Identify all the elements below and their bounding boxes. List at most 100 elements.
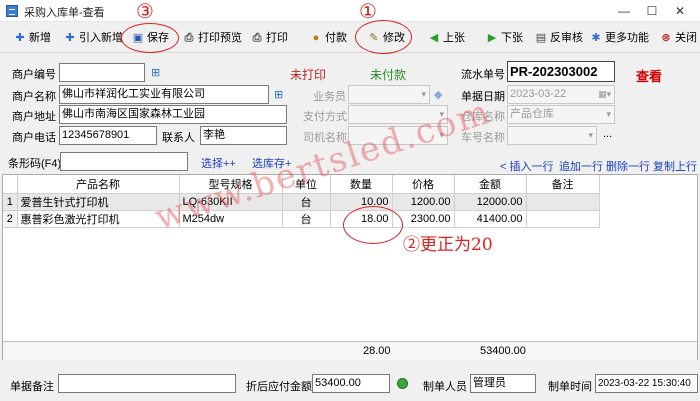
note-label: 单据备注: [10, 381, 54, 393]
customer-phone-label: 商户电话: [12, 132, 56, 144]
cell-amount[interactable]: 12000.00: [454, 193, 527, 211]
customer-code-label: 商户编号: [12, 69, 56, 81]
prev-arrow-icon: ◀: [429, 32, 439, 44]
calendar-icon: ▦▾: [597, 89, 611, 99]
import-new-button[interactable]: ✚ 引入新增: [64, 30, 123, 46]
serial-input[interactable]: PR-202303002: [507, 61, 615, 82]
printer-icon: ⎙: [252, 32, 262, 44]
title-bar: 采购入库单-查看 — ☐ ✕: [0, 0, 700, 22]
close-button[interactable]: ⊗ 关闭: [660, 30, 697, 46]
total-qty: 28.00: [363, 345, 391, 357]
salesman-select[interactable]: ▾: [348, 85, 430, 104]
new-label: 新增: [29, 32, 51, 44]
row-number: 2: [3, 210, 18, 228]
col-header-amount[interactable]: 金额: [454, 175, 527, 194]
more-dots-button[interactable]: ...: [603, 128, 612, 140]
print-preview-icon: ⎙: [184, 32, 194, 44]
unaudit-button[interactable]: ▤ 反审核: [535, 30, 583, 46]
app-icon: [6, 5, 18, 17]
payable-input: 53400.00: [312, 374, 390, 393]
row-number: 1: [3, 193, 18, 211]
contact-input[interactable]: 李艳: [200, 126, 287, 145]
append-row-link[interactable]: 追加一行: [559, 158, 603, 174]
cell-note[interactable]: [526, 210, 600, 228]
chevron-down-icon: ▾: [421, 89, 426, 99]
print-button[interactable]: ⎙ 打印: [251, 30, 288, 46]
insert-row-link[interactable]: < 插入一行: [500, 158, 553, 174]
customer-code-input[interactable]: [59, 63, 145, 82]
maker-label: 制单人员: [423, 381, 467, 393]
date-input[interactable]: 2023-03-22 ▦▾: [507, 85, 615, 104]
close-icon: ⊗: [661, 32, 671, 44]
col-header-price[interactable]: 价格: [392, 175, 455, 194]
annotation-number-one: ①: [359, 0, 377, 23]
next-label: 下张: [501, 32, 523, 44]
cell-price[interactable]: 1200.00: [392, 193, 455, 211]
next-arrow-icon: ▶: [487, 32, 497, 44]
customer-name-label: 商户名称: [12, 91, 56, 103]
date-value: 2023-03-22: [510, 88, 567, 100]
annotation-number-three: ③: [136, 0, 154, 23]
customer-addr-input[interactable]: 佛山市南海区国家森林工业园: [59, 105, 287, 124]
print-preview-label: 打印预览: [198, 32, 242, 44]
pay-method-label: 支付方式: [303, 111, 347, 123]
pay-status: 未付款: [370, 68, 407, 82]
col-header-name[interactable]: 产品名称: [17, 175, 180, 194]
more-button[interactable]: ✱ 更多功能: [590, 30, 649, 46]
col-header-note[interactable]: 备注: [526, 175, 600, 194]
annotation-circle-qty: [343, 206, 403, 244]
annotation-correction-note: ②更正为20: [403, 235, 493, 255]
salesman-label: 业务员: [313, 91, 346, 103]
cell-unit[interactable]: 台: [282, 210, 331, 228]
warehouse-select[interactable]: 产品仓库 ▾: [507, 105, 615, 124]
close-window-button[interactable]: ✕: [668, 2, 692, 20]
customer-phone-input[interactable]: 12345678901: [59, 126, 157, 145]
col-header-rownum: [3, 175, 18, 194]
plate-select[interactable]: ▾: [507, 126, 597, 145]
gear-icon: ✱: [591, 32, 601, 44]
customer-addr-label: 商户地址: [12, 111, 56, 123]
cell-amount[interactable]: 41400.00: [454, 210, 527, 228]
close-label: 关闭: [675, 32, 697, 44]
print-label: 打印: [266, 32, 288, 44]
coins-icon: ●: [312, 32, 320, 44]
toolbar: ✚ 新增 ✚ 引入新增 ▣ 保存 ⎙ 打印预览 ⎙ 打印 ● 付款 ✎ 修改 ◀ 上张 ▶ 下张 …: [0, 23, 700, 53]
pay-button[interactable]: ● 付款: [310, 30, 347, 46]
items-grid: 产品名称 型号规格 单位 数量 价格 金额 备注 1 爱普生针式打印机 LQ-6…: [2, 174, 698, 360]
pay-label: 付款: [325, 32, 347, 44]
time-label: 制单时间: [548, 381, 592, 393]
plus-icon: ✚: [65, 32, 75, 44]
next-button[interactable]: ▶ 下张: [486, 30, 523, 46]
lookup-icon[interactable]: ⊞: [274, 88, 287, 101]
barcode-label: 条形码(F4): [8, 158, 62, 170]
lookup-icon[interactable]: ⊞: [151, 66, 164, 79]
view-mode-indicator: 查看: [636, 70, 663, 85]
cell-note[interactable]: [526, 193, 600, 211]
select-add-link[interactable]: 选择++: [201, 155, 236, 171]
unaudit-label: 反审核: [550, 32, 583, 44]
customer-name-input[interactable]: 佛山市祥润化工实业有限公司: [59, 85, 269, 104]
warehouse-value: 产品仓库: [510, 108, 554, 120]
copy-row-link[interactable]: 复制上行: [653, 158, 697, 174]
prev-button[interactable]: ◀ 上张: [428, 30, 465, 46]
footer-bar: 单据备注 折后应付金额 53400.00 制单人员 管理员 制单时间 2023-…: [0, 370, 700, 401]
document-icon: ▤: [535, 32, 547, 44]
maximize-button[interactable]: ☐: [640, 2, 664, 20]
annotation-circle-save: [121, 23, 179, 53]
barcode-input[interactable]: [60, 152, 188, 171]
eraser-icon[interactable]: ◆: [434, 88, 447, 101]
payable-label: 折后应付金额: [246, 381, 312, 393]
print-preview-button[interactable]: ⎙ 打印预览: [183, 30, 242, 46]
table-row[interactable]: 1 爱普生针式打印机 LQ-630KII 台 10.00 1200.00 120…: [3, 193, 600, 211]
total-amount: 53400.00: [480, 345, 526, 357]
new-button[interactable]: ✚ 新增: [14, 30, 51, 46]
table-row[interactable]: 2 惠普彩色激光打印机 M254dw 台 18.00 2300.00 41400…: [3, 210, 600, 228]
note-input[interactable]: [58, 374, 236, 393]
delete-row-link[interactable]: 删除一行: [606, 158, 650, 174]
totals-row: 28.00 53400.00: [3, 341, 697, 360]
minimize-button[interactable]: —: [612, 2, 636, 20]
plus-icon: ✚: [15, 32, 25, 44]
window-title: 采购入库单-查看: [24, 7, 105, 19]
chevron-down-icon: ▾: [606, 109, 611, 119]
time-input: 2023-03-22 15:30:40: [595, 374, 698, 393]
